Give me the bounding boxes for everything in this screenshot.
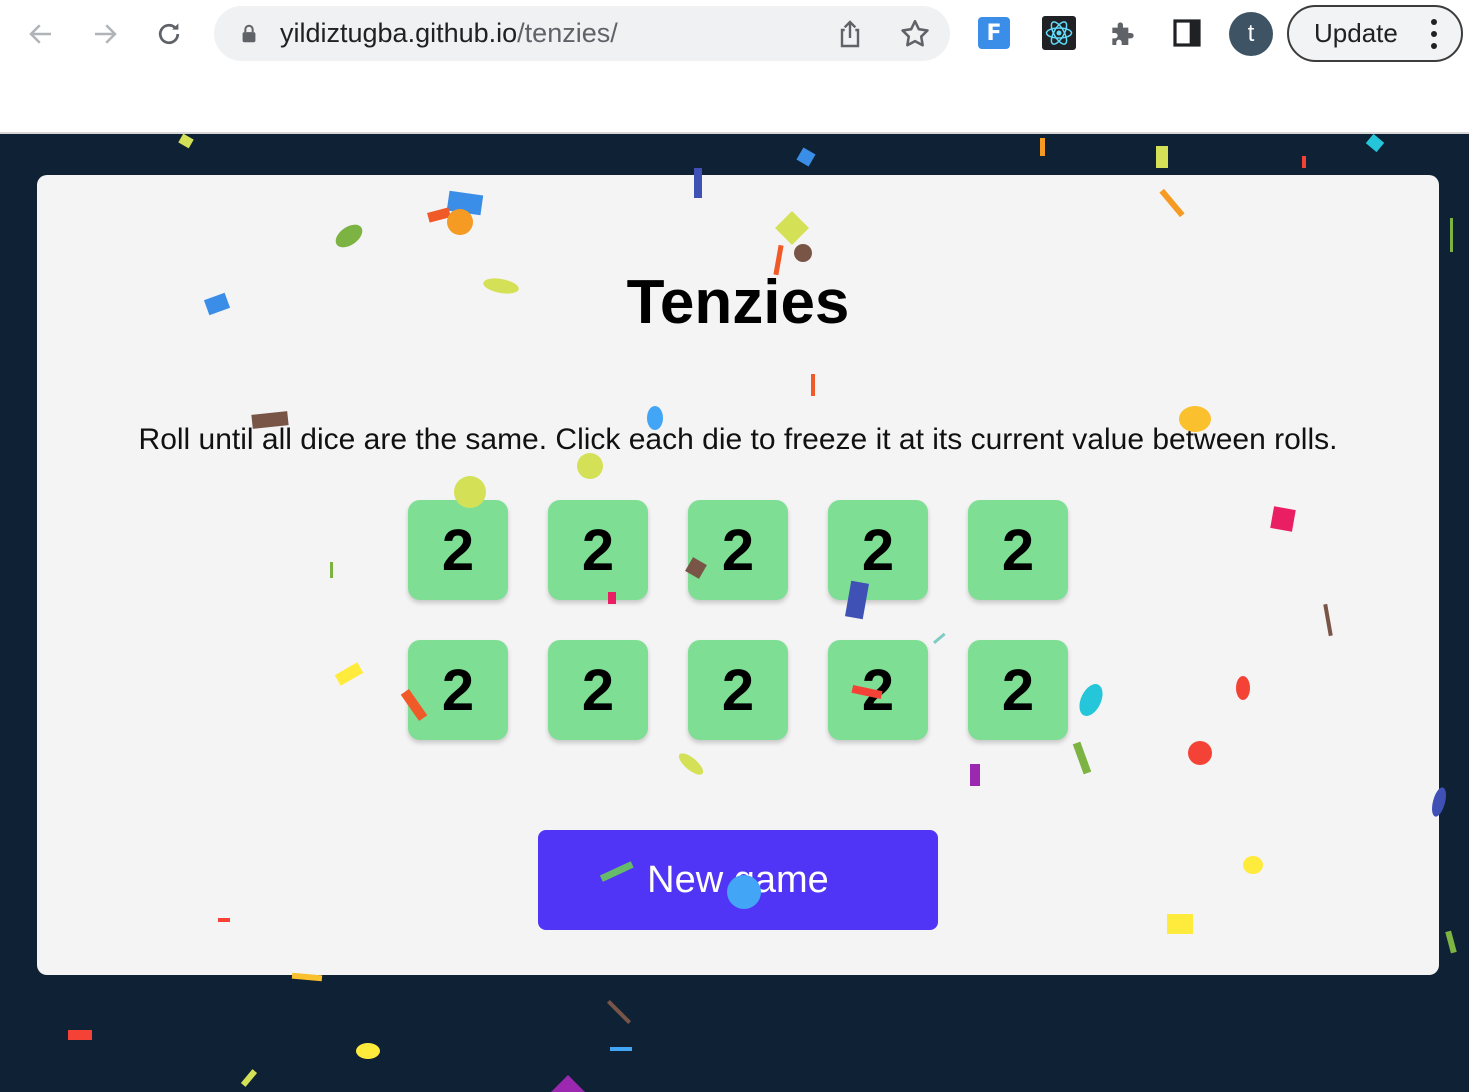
- react-icon: [1045, 21, 1073, 45]
- die[interactable]: 2: [548, 500, 648, 600]
- address-bar[interactable]: yildiztugba.github.io/tenzies/: [214, 6, 950, 61]
- game-card: Tenzies Roll until all dice are the same…: [37, 175, 1439, 975]
- react-devtools-button[interactable]: [1040, 14, 1078, 52]
- puzzle-icon: [1112, 22, 1134, 45]
- die[interactable]: 2: [408, 500, 508, 600]
- die[interactable]: 2: [688, 640, 788, 740]
- bookmark-star-icon[interactable]: [898, 17, 932, 51]
- side-panel-button[interactable]: [1168, 14, 1206, 52]
- die[interactable]: 2: [968, 500, 1068, 600]
- extension-f-button[interactable]: F: [975, 14, 1013, 52]
- url-host: yildiztugba.github.io: [280, 18, 518, 48]
- update-label: Update: [1314, 18, 1398, 48]
- page-background: Tenzies Roll until all dice are the same…: [0, 136, 1469, 1092]
- extensions-button[interactable]: [1104, 14, 1142, 52]
- die[interactable]: 2: [548, 640, 648, 740]
- side-panel-icon: [1173, 19, 1201, 47]
- extension-f-icon: F: [978, 17, 1010, 49]
- back-button[interactable]: [19, 12, 63, 56]
- back-arrow-icon: [29, 24, 51, 44]
- page-title: Tenzies: [626, 268, 850, 337]
- forward-arrow-icon: [95, 24, 117, 44]
- die[interactable]: 2: [828, 640, 928, 740]
- instructions-text: Roll until all dice are the same. Click …: [138, 423, 1338, 456]
- more-menu-icon: [1431, 19, 1439, 49]
- profile-avatar[interactable]: t: [1229, 12, 1273, 56]
- url-text[interactable]: yildiztugba.github.io/tenzies/: [280, 18, 618, 49]
- die[interactable]: 2: [688, 500, 788, 600]
- url-path: /tenzies/: [517, 18, 618, 48]
- share-icon[interactable]: [834, 18, 866, 50]
- new-game-button[interactable]: New game: [538, 830, 938, 930]
- reload-icon: [158, 23, 180, 45]
- die[interactable]: 2: [408, 640, 508, 740]
- die[interactable]: 2: [828, 500, 928, 600]
- reload-button[interactable]: [147, 12, 191, 56]
- forward-button[interactable]: [83, 12, 127, 56]
- lock-icon: [242, 24, 256, 43]
- die[interactable]: 2: [968, 640, 1068, 740]
- browser-toolbar: yildiztugba.github.io/tenzies/ F t Updat…: [0, 0, 1469, 134]
- update-button[interactable]: Update: [1287, 5, 1463, 62]
- dice-grid: 2 2 2 2 2 2 2 2 2 2: [408, 500, 1068, 740]
